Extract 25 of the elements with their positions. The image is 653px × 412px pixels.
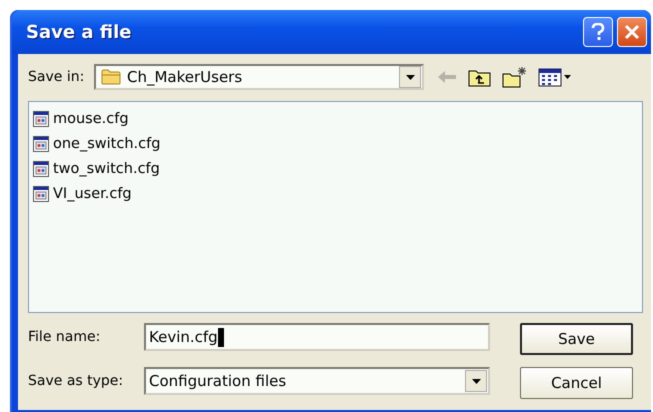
question-mark-icon [590, 23, 606, 41]
file-name-label: File name: [28, 329, 102, 345]
save-as-type-label: Save as type: [28, 373, 124, 389]
dialog-button[interactable]: Cancel [520, 367, 633, 399]
text-cursor [218, 328, 224, 346]
new-folder-icon[interactable] [502, 66, 528, 88]
file-icon [33, 186, 49, 202]
file-item[interactable]: two_switch.cfg [33, 156, 163, 181]
file-icon [33, 110, 49, 126]
save-in-label: Save in: [28, 69, 86, 85]
file-icon [33, 160, 49, 176]
file-item[interactable]: mouse.cfg [33, 106, 132, 131]
close-icon [624, 24, 640, 40]
file-icon [33, 136, 49, 152]
view-menu-icon[interactable] [538, 67, 572, 87]
file-item[interactable]: one_switch.cfg [33, 131, 164, 156]
default-button[interactable]: Save [520, 323, 633, 355]
file-item[interactable]: VI_user.cfg [33, 181, 135, 206]
window-title: Save a file [26, 22, 132, 42]
file-name-field[interactable]: Kevin.cfg [144, 323, 490, 351]
help-button[interactable] [583, 17, 613, 47]
folder-icon [101, 69, 121, 85]
close-button[interactable] [617, 17, 647, 47]
save-in-dropdown[interactable]: Ch_MakerUsers [94, 64, 424, 90]
save-as-type-dropdown[interactable]: Configuration files [144, 367, 490, 395]
